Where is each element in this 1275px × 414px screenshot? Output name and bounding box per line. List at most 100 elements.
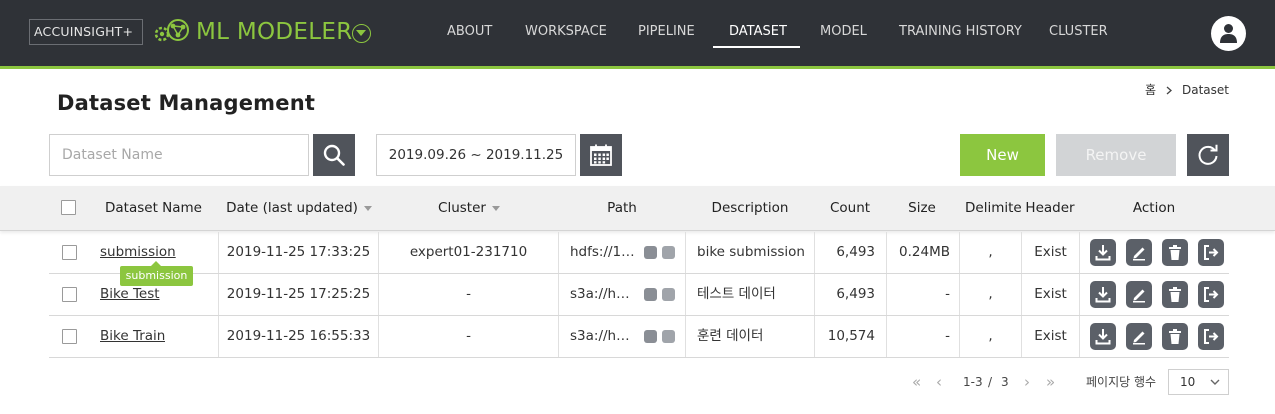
column-header-action: Action bbox=[1132, 200, 1176, 216]
cell-count: 6,493 bbox=[836, 244, 875, 260]
cell-count: 10,574 bbox=[827, 328, 875, 344]
column-header-cluster[interactable]: Cluster bbox=[380, 186, 558, 231]
chevron-down-icon bbox=[356, 30, 366, 36]
nav-cluster[interactable]: CLUSTER bbox=[1049, 22, 1108, 42]
more-icon[interactable] bbox=[644, 288, 657, 301]
column-divider bbox=[685, 274, 686, 315]
copy-icon[interactable] bbox=[662, 330, 675, 343]
download-button[interactable] bbox=[1090, 281, 1116, 308]
nav-pipeline[interactable]: PIPELINE bbox=[638, 22, 695, 42]
column-divider bbox=[558, 316, 559, 357]
export-button[interactable] bbox=[1198, 281, 1224, 308]
table-row[interactable]: Bike Train 2019-11-25 16:55:33 - s3a://h… bbox=[49, 316, 1229, 358]
rows-per-page-label: 페이지당 행수 bbox=[1086, 375, 1157, 389]
copy-icon[interactable] bbox=[662, 246, 675, 259]
column-header-date-label: Date (last updated) bbox=[226, 200, 358, 216]
first-page-icon[interactable]: « bbox=[912, 372, 921, 392]
cell-cluster: - bbox=[466, 328, 471, 344]
column-divider bbox=[685, 232, 686, 273]
delete-button[interactable] bbox=[1162, 239, 1188, 266]
breadcrumb: 홈 Dataset bbox=[1145, 81, 1229, 99]
cell-date: 2019-11-25 17:25:25 bbox=[226, 286, 371, 302]
page-separator: / bbox=[988, 375, 993, 389]
cell-cluster: expert01-231710 bbox=[409, 244, 528, 260]
active-nav-indicator bbox=[713, 46, 800, 48]
row-checkbox[interactable] bbox=[62, 329, 77, 344]
export-button[interactable] bbox=[1198, 239, 1224, 266]
cell-description: 훈련 데이터 bbox=[697, 328, 764, 344]
download-icon bbox=[1095, 245, 1111, 261]
breadcrumb-current: Dataset bbox=[1182, 83, 1229, 97]
column-divider bbox=[1079, 274, 1080, 315]
search-button[interactable] bbox=[313, 134, 355, 176]
download-button[interactable] bbox=[1090, 323, 1116, 350]
column-header-cluster-label: Cluster bbox=[438, 200, 486, 216]
dataset-name-search-input[interactable] bbox=[49, 134, 309, 176]
trash-icon bbox=[1169, 245, 1181, 260]
cell-date: 2019-11-25 17:33:25 bbox=[226, 244, 371, 260]
page-title: Dataset Management bbox=[57, 91, 316, 115]
last-page-icon[interactable]: » bbox=[1046, 372, 1055, 392]
table-row[interactable]: submission 2019-11-25 17:33:25 expert01-… bbox=[49, 232, 1229, 274]
cell-header: Exist bbox=[1034, 244, 1067, 260]
next-page-icon[interactable]: › bbox=[1024, 372, 1030, 392]
copy-icon[interactable] bbox=[662, 288, 675, 301]
column-header-description: Description bbox=[711, 200, 789, 216]
nav-training-history[interactable]: TRAINING HISTORY bbox=[899, 22, 1022, 42]
page-current: 1-3 bbox=[963, 375, 983, 389]
refresh-button[interactable] bbox=[1187, 134, 1229, 176]
delete-button[interactable] bbox=[1162, 281, 1188, 308]
cell-delimiter: , bbox=[988, 286, 993, 302]
cell-delimiter: , bbox=[988, 328, 993, 344]
column-header-delimiter: Delimiter bbox=[965, 200, 1022, 216]
rows-per-page-select[interactable]: 10 bbox=[1168, 369, 1229, 395]
new-dataset-button[interactable]: New bbox=[960, 134, 1045, 176]
more-icon[interactable] bbox=[644, 246, 657, 259]
edit-button[interactable] bbox=[1126, 323, 1152, 350]
column-header-dataset-name[interactable]: Dataset Name bbox=[95, 186, 212, 231]
download-icon bbox=[1095, 329, 1111, 345]
download-button[interactable] bbox=[1090, 239, 1116, 266]
edit-button[interactable] bbox=[1126, 239, 1152, 266]
cell-size: - bbox=[945, 286, 950, 302]
cell-path: s3a://h… bbox=[570, 286, 630, 302]
remove-dataset-button[interactable]: Remove bbox=[1056, 134, 1176, 176]
app-switcher-dropdown[interactable] bbox=[352, 24, 371, 43]
app-title[interactable]: ML MODELER bbox=[196, 16, 353, 48]
column-divider bbox=[1079, 232, 1080, 273]
row-checkbox[interactable] bbox=[62, 245, 77, 260]
nav-model[interactable]: MODEL bbox=[820, 22, 867, 42]
chevron-right-icon bbox=[1166, 86, 1172, 94]
more-icon[interactable] bbox=[644, 330, 657, 343]
date-range-field[interactable]: 2019.09.26 ~ 2019.11.25 bbox=[376, 134, 576, 176]
delete-button[interactable] bbox=[1162, 323, 1188, 350]
row-checkbox[interactable] bbox=[62, 287, 77, 302]
download-icon bbox=[1095, 287, 1111, 303]
cell-size: 0.24MB bbox=[899, 244, 950, 260]
sign-out-icon bbox=[1204, 329, 1219, 344]
cell-cluster: - bbox=[466, 286, 471, 302]
dataset-name-link[interactable]: Bike Train bbox=[100, 316, 165, 357]
cell-path: s3a://h… bbox=[570, 328, 630, 344]
sign-out-icon bbox=[1204, 287, 1219, 302]
refresh-icon bbox=[1198, 144, 1218, 165]
rows-per-page-value: 10 bbox=[1180, 375, 1196, 389]
breadcrumb-home[interactable]: 홈 bbox=[1145, 81, 1156, 99]
column-header-date[interactable]: Date (last updated) bbox=[220, 186, 378, 231]
table-row[interactable]: Bike Test 2019-11-25 17:25:25 - s3a://h…… bbox=[49, 274, 1229, 316]
column-divider bbox=[1079, 316, 1080, 357]
edit-icon bbox=[1133, 247, 1145, 261]
calendar-button[interactable] bbox=[580, 134, 622, 176]
cell-size: - bbox=[945, 328, 950, 344]
nav-dataset[interactable]: DATASET bbox=[729, 22, 787, 42]
previous-page-icon[interactable]: ‹ bbox=[936, 372, 942, 392]
cell-description: 테스트 데이터 bbox=[697, 286, 776, 302]
export-button[interactable] bbox=[1198, 323, 1224, 350]
user-menu-button[interactable] bbox=[1211, 16, 1246, 51]
nav-workspace[interactable]: WORKSPACE bbox=[525, 22, 607, 42]
sign-out-icon bbox=[1204, 245, 1219, 260]
brand-logo[interactable]: ACCUINSIGHT+ bbox=[29, 19, 143, 45]
nav-about[interactable]: ABOUT bbox=[447, 22, 492, 42]
edit-button[interactable] bbox=[1126, 281, 1152, 308]
select-all-checkbox[interactable] bbox=[61, 200, 76, 215]
